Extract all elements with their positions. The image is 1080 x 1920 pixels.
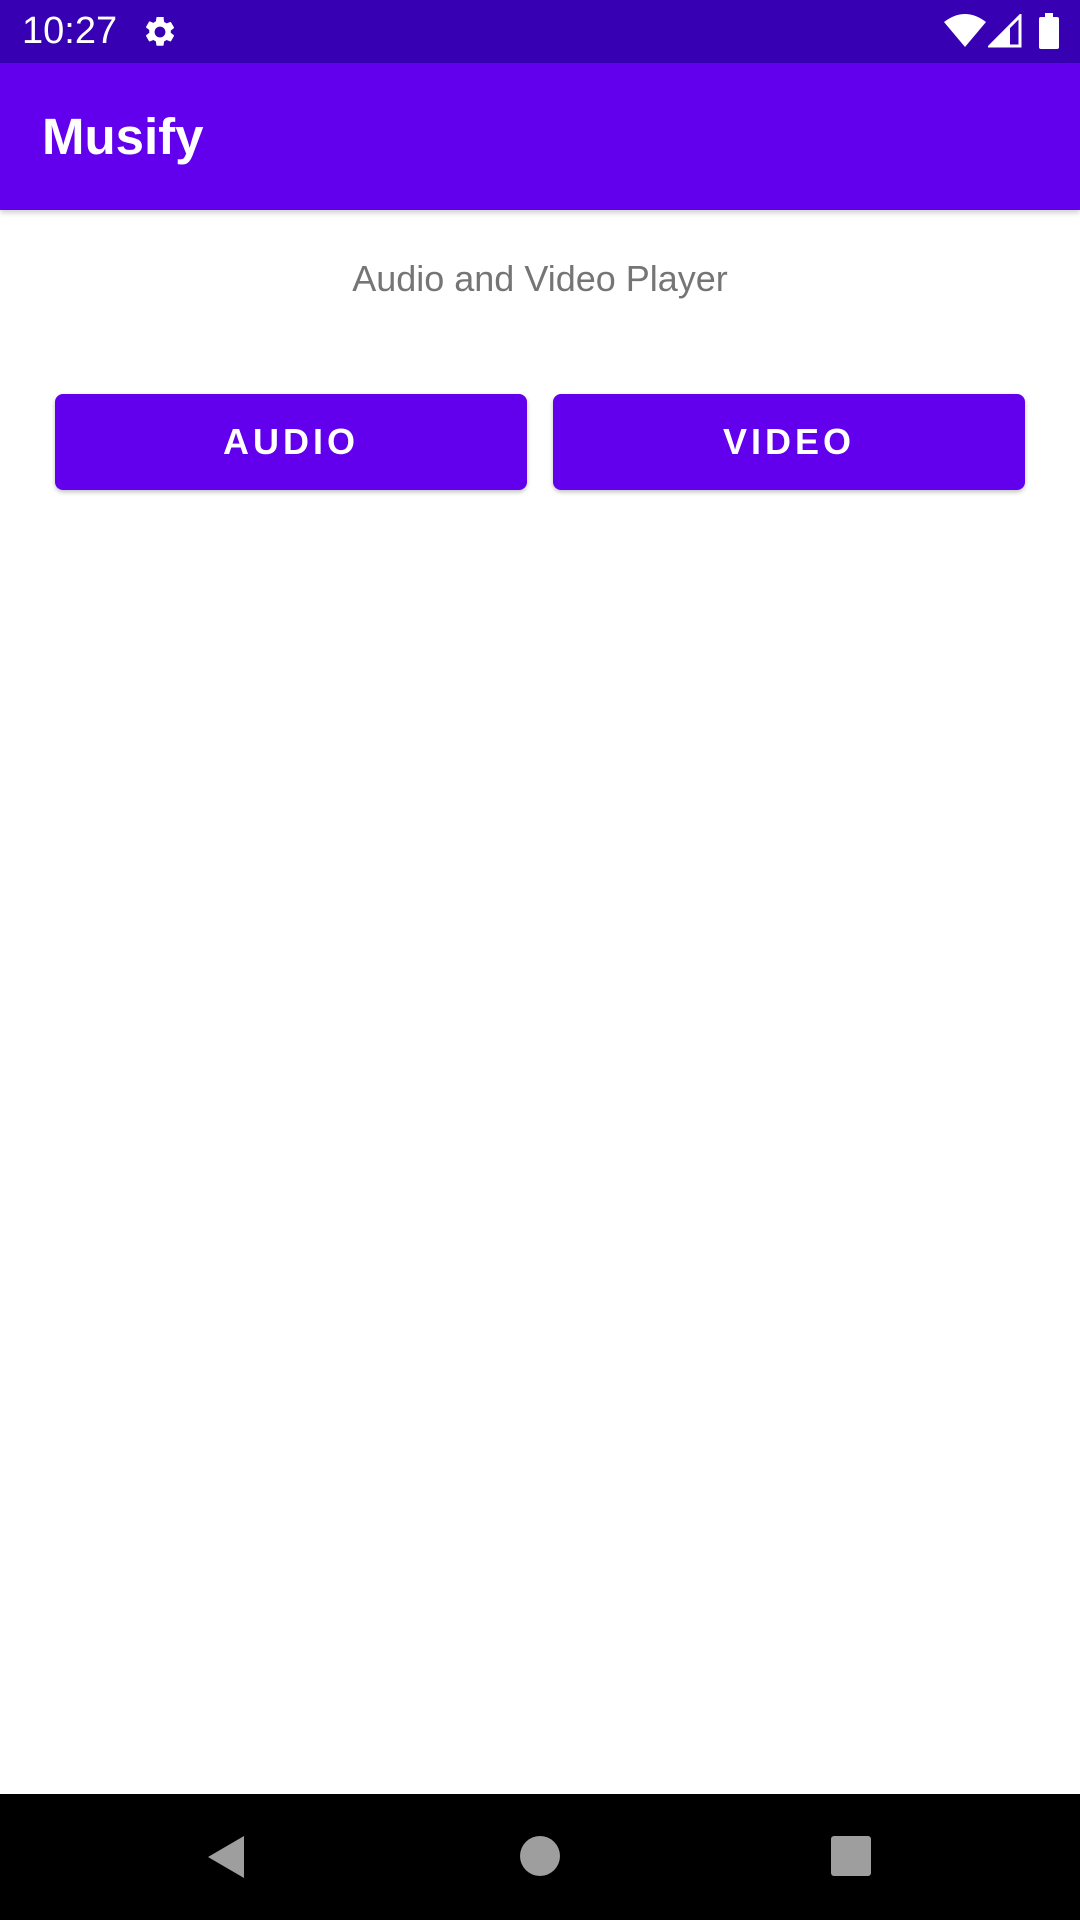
video-button[interactable]: VIDEO bbox=[553, 394, 1025, 490]
battery-icon bbox=[1039, 13, 1059, 49]
home-icon[interactable] bbox=[520, 1836, 560, 1876]
audio-button[interactable]: AUDIO bbox=[55, 394, 527, 490]
recents-icon[interactable] bbox=[831, 1836, 871, 1876]
page-subtitle: Audio and Video Player bbox=[352, 258, 728, 299]
back-icon[interactable] bbox=[204, 1834, 248, 1880]
cell-signal-icon bbox=[988, 14, 1022, 48]
status-bar: 10:27 bbox=[0, 0, 1080, 63]
app-bar: Musify bbox=[0, 63, 1080, 210]
wifi-icon bbox=[944, 14, 986, 47]
status-time: 10:27 bbox=[22, 10, 118, 52]
app-screen: 10:27 Musify Audio and Video Player AUDI… bbox=[0, 0, 1080, 1920]
app-title: Musify bbox=[42, 108, 204, 165]
settings-gear-icon bbox=[145, 16, 175, 46]
navigation-bar bbox=[0, 1794, 1080, 1920]
